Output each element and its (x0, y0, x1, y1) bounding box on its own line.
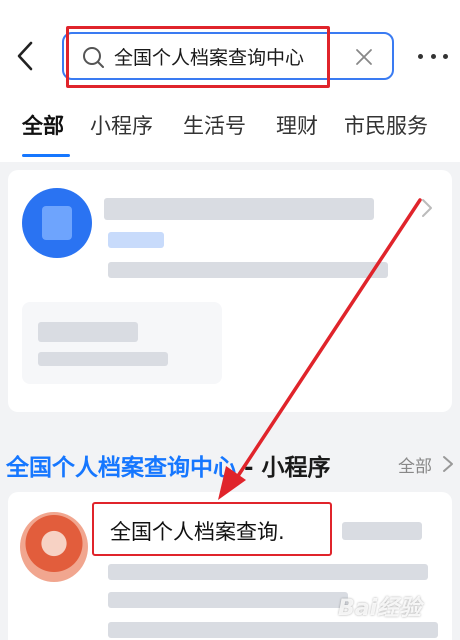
section-title-keyword: 全国个人档案查询中心 (6, 455, 236, 481)
mini-program-name: 全国个人档案查询. (110, 520, 285, 544)
search-highlight-annotation (66, 26, 330, 88)
more-dot (430, 53, 436, 59)
close-icon[interactable] (354, 47, 374, 67)
mini-program-name-annotation: 全国个人档案查询. (92, 502, 332, 556)
more-dots-icon[interactable] (418, 46, 448, 66)
blurred-tag (342, 522, 422, 540)
back-button[interactable] (10, 36, 40, 76)
chevron-right-icon (422, 199, 432, 217)
blurred-service-desc (38, 352, 168, 366)
tab-life-accounts[interactable]: 生活号 (183, 110, 246, 140)
blurred-description (108, 564, 428, 580)
section-title-suffix: - 小程序 (236, 455, 331, 481)
mini-program-avatar (20, 512, 88, 582)
active-tab-indicator (22, 154, 70, 157)
section-view-all-link[interactable]: 全部 (398, 452, 432, 477)
section-title: 全国个人档案查询中心 - 小程序 (6, 448, 331, 482)
more-dot (418, 53, 423, 59)
blurred-description (108, 262, 388, 278)
status-bar (0, 0, 460, 16)
result-avatar (22, 188, 92, 258)
tab-citizen-services[interactable]: 市民服务 (344, 110, 428, 140)
blurred-tag (108, 232, 164, 248)
screen: 全国个人档案查询中心 全部 小程序 生活号 理财 市民服务 全国个人档案查询中心… (0, 0, 460, 640)
watermark-logo: Bai经验 (338, 596, 422, 621)
blurred-description (108, 622, 438, 638)
category-tabs: 全部 小程序 生活号 理财 市民服务 (0, 96, 460, 162)
chevron-right-icon[interactable] (442, 455, 454, 473)
blurred-title (104, 198, 374, 220)
more-dot (443, 53, 448, 59)
back-arrow-icon (17, 41, 33, 71)
tab-finance[interactable]: 理财 (276, 110, 318, 140)
top-result-card[interactable] (8, 170, 452, 412)
blurred-description (108, 592, 348, 608)
tab-all[interactable]: 全部 (22, 110, 64, 140)
tab-mini-programs[interactable]: 小程序 (90, 110, 153, 140)
related-service-tile[interactable] (22, 302, 222, 384)
blurred-service-name (38, 322, 138, 342)
